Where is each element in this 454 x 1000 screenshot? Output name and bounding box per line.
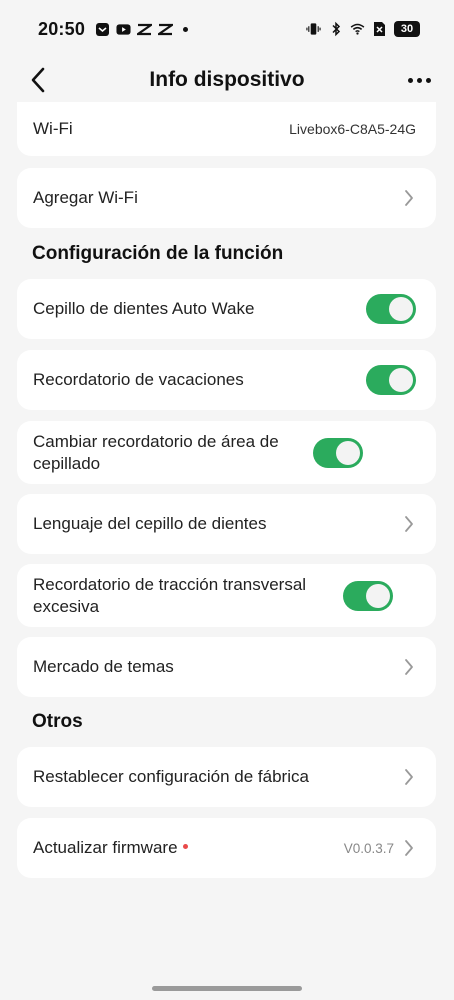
toothbrush-language-row[interactable]: Lenguaje del cepillo de dientes: [17, 494, 436, 554]
more-options-button[interactable]: [402, 64, 436, 96]
cross-traction-reminder-toggle[interactable]: [343, 580, 393, 611]
more-horizontal-icon: [407, 77, 413, 83]
toggle-knob: [366, 583, 390, 608]
bluetooth-icon: [328, 21, 343, 37]
home-indicator[interactable]: [152, 986, 302, 991]
auto-wake-row: Cepillo de dientes Auto Wake: [17, 279, 436, 339]
chevron-right-icon: [402, 768, 416, 786]
notification-dot-icon: [183, 26, 189, 32]
back-button[interactable]: [22, 64, 54, 96]
wifi-icon: [350, 22, 365, 37]
vacation-reminder-row: Recordatorio de vacaciones: [17, 350, 436, 410]
theme-market-row[interactable]: Mercado de temas: [17, 637, 436, 697]
firmware-version: V0.0.3.7: [343, 840, 394, 856]
toothbrush-language-label: Lenguaje del cepillo de dientes: [33, 514, 267, 533]
add-wifi-row[interactable]: Agregar Wi-Fi: [17, 168, 436, 228]
battery-icon: 30: [394, 21, 420, 37]
brushing-area-reminder-toggle[interactable]: [313, 437, 363, 468]
firmware-update-label: Actualizar firmware: [33, 838, 178, 857]
section-title-others: Otros: [32, 711, 83, 732]
firmware-update-label-wrap: Actualizar firmware: [33, 837, 344, 859]
chevron-right-icon: [402, 658, 416, 676]
arrow-left-icon: [31, 67, 45, 93]
status-right-icons: 30: [306, 21, 420, 37]
capcut-icon: [137, 22, 153, 37]
auto-wake-toggle[interactable]: [366, 294, 416, 324]
status-bar: 20:50 30: [0, 0, 454, 58]
page-title: Info dispositivo: [149, 68, 305, 91]
auto-wake-label: Cepillo de dientes Auto Wake: [33, 299, 255, 318]
vacation-reminder-label: Recordatorio de vacaciones: [33, 370, 244, 389]
brushing-area-reminder-label: Cambiar recordatorio de área de cepillad…: [33, 431, 279, 473]
app-header: Info dispositivo: [0, 58, 454, 102]
status-left-icons: [95, 22, 189, 37]
update-badge-dot: [182, 844, 188, 850]
theme-market-label: Mercado de temas: [33, 657, 174, 676]
chevron-right-icon: [402, 189, 416, 207]
cross-traction-reminder-row: Recordatorio de tracción transversal exc…: [17, 564, 436, 627]
capcut-icon: [158, 22, 174, 37]
toggle-knob: [389, 368, 413, 392]
chevron-right-icon: [402, 839, 416, 857]
firmware-update-row[interactable]: Actualizar firmware V0.0.3.7: [17, 818, 436, 878]
youtube-icon: [116, 22, 131, 37]
section-title-function-config: Configuración de la función: [32, 243, 284, 264]
pocket-app-icon: [95, 22, 110, 37]
factory-reset-row[interactable]: Restablecer configuración de fábrica: [17, 747, 436, 807]
sim-x-icon: [372, 22, 387, 37]
toggle-knob: [389, 297, 413, 321]
wifi-row[interactable]: Wi-Fi Livebox6-C8A5-24G: [17, 102, 436, 156]
chevron-right-icon: [402, 515, 416, 533]
wifi-label: Wi-Fi: [33, 119, 73, 138]
vacation-reminder-toggle[interactable]: [366, 365, 416, 395]
brushing-area-reminder-row: Cambiar recordatorio de área de cepillad…: [17, 421, 436, 484]
cross-traction-reminder-label: Recordatorio de tracción transversal exc…: [33, 574, 307, 616]
add-wifi-label: Agregar Wi-Fi: [33, 188, 138, 207]
vibrate-icon: [306, 22, 321, 37]
factory-reset-label: Restablecer configuración de fábrica: [33, 767, 309, 786]
wifi-network-value: Livebox6-C8A5-24G: [289, 121, 416, 137]
toggle-knob: [336, 440, 360, 465]
status-time: 20:50: [38, 18, 86, 39]
